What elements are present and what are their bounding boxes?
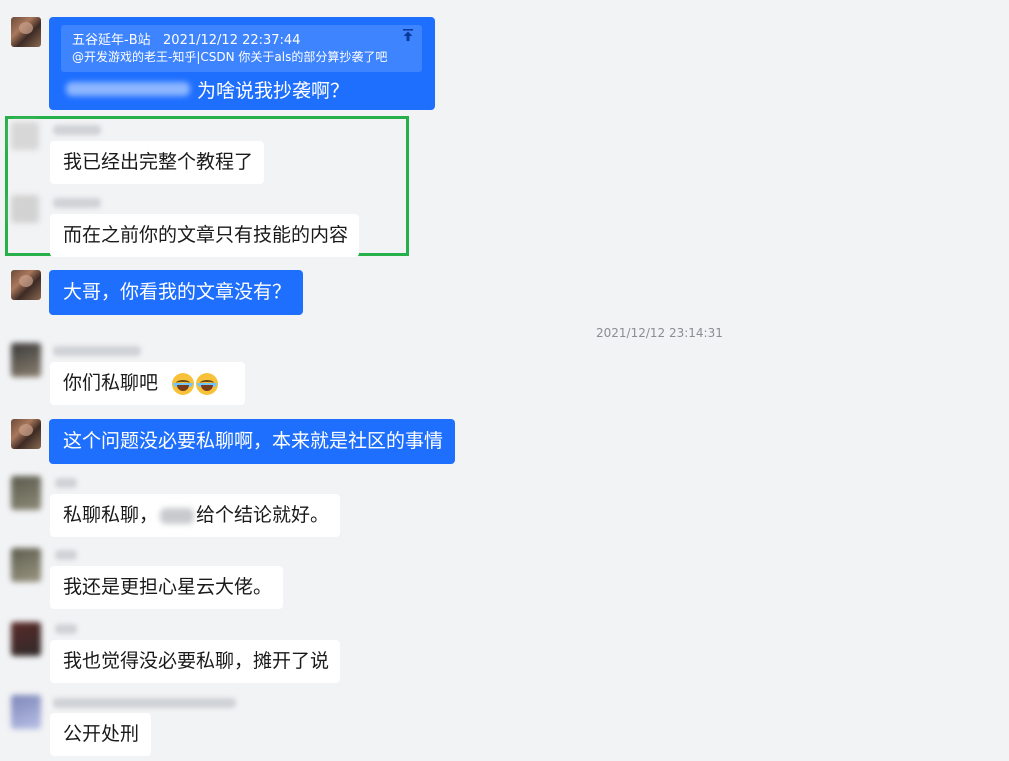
sender-name [55,624,77,634]
pin-top-icon[interactable] [401,28,415,42]
message-bubble-incoming[interactable]: 私聊私聊， 给个结论就好。 [50,494,340,537]
message-bubble-incoming[interactable]: 我也觉得没必要私聊，摊开了说 [50,640,340,683]
sender-name [55,478,77,488]
message-bubble-incoming[interactable]: 你们私聊吧 [50,362,245,405]
message-text: 公开处刑 [63,723,140,745]
avatar[interactable] [11,476,41,510]
message-bubble-outgoing[interactable]: 大哥，你看我的文章没有？ [49,270,303,315]
avatar-self[interactable] [11,419,41,449]
message-text: 为啥说我抄袭啊？ [197,80,350,102]
redacted-mention [66,82,190,96]
sender-name [53,346,141,356]
quote-source: 五谷延年-B站 [72,33,151,48]
message-text: 私聊私聊， [63,504,159,526]
message-text: 这个问题没必要私聊啊，本来就是社区的事情 [63,430,444,452]
avatar[interactable] [11,695,41,729]
message-text: 给个结论就好。 [196,504,330,526]
message-text: 我还是更担心星云大佬。 [63,576,273,598]
sender-name [55,550,77,560]
laughing-tears-icon [196,372,219,395]
sender-name [53,698,236,708]
avatar[interactable] [11,195,39,223]
message-text: 大哥，你看我的文章没有？ [63,281,292,303]
redacted-text [160,507,195,524]
message-bubble-incoming[interactable]: 我已经出完整个教程了 [50,141,264,184]
avatar[interactable] [11,548,41,582]
message-text: 你们私聊吧 [63,372,159,394]
message-bubble-incoming[interactable]: 公开处刑 [50,713,151,756]
avatar[interactable] [11,343,41,377]
message-text: 我也觉得没必要私聊，摊开了说 [63,650,330,672]
avatar-self[interactable] [11,17,41,47]
avatar[interactable] [11,122,39,150]
message-text: 而在之前你的文章只有技能的内容 [63,224,349,246]
sender-name [53,125,101,135]
laughing-tears-icon [172,372,195,395]
message-bubble-incoming[interactable]: 而在之前你的文章只有技能的内容 [50,214,359,257]
message-bubble-outgoing[interactable]: 这个问题没必要私聊啊，本来就是社区的事情 [49,419,455,464]
avatar[interactable] [11,622,41,656]
sender-name [53,198,101,208]
quote-header: 五谷延年-B站 2021/12/12 22:37:44 [72,29,300,48]
message-text: 我已经出完整个教程了 [63,151,254,173]
message-bubble-incoming[interactable]: 我还是更担心星云大佬。 [50,566,283,609]
timestamp-divider: 2021/12/12 23:14:31 [596,326,723,340]
quote-timestamp: 2021/12/12 22:37:44 [163,33,301,48]
quote-text: @开发游戏的老王-知乎|CSDN 你关于als的部分算抄袭了吧 [72,50,388,64]
avatar-self[interactable] [11,270,41,300]
quoted-message[interactable]: 五谷延年-B站 2021/12/12 22:37:44 @开发游戏的老王-知乎|… [61,25,422,72]
